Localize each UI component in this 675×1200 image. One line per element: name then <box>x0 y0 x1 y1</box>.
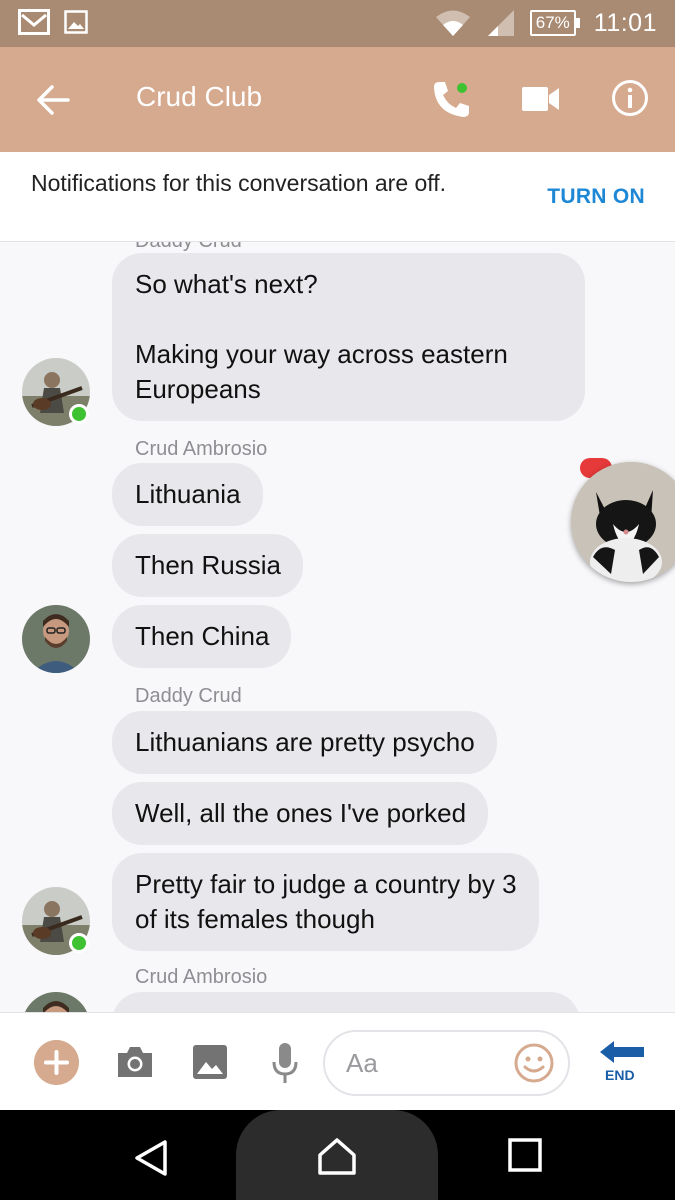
online-indicator <box>69 404 89 424</box>
microphone-icon[interactable] <box>270 1042 300 1084</box>
nav-home-icon[interactable] <box>316 1135 358 1177</box>
clock: 11:01 <box>593 8 657 37</box>
info-icon[interactable] <box>611 79 649 117</box>
app-bar: Crud Club <box>0 47 675 152</box>
conversation-title[interactable]: Crud Club <box>136 81 262 113</box>
status-bar: 67% 11:01 <box>0 0 675 47</box>
battery-nub <box>575 18 580 28</box>
notification-banner: Notifications for this conversation are … <box>0 152 675 242</box>
image-icon[interactable] <box>192 1044 228 1080</box>
navigation-bar <box>0 1110 675 1200</box>
smiley-icon[interactable] <box>514 1043 554 1083</box>
bearded-man-avatar-image <box>22 605 90 673</box>
bearded-man-avatar-image <box>22 992 90 1012</box>
end-arrow-icon <box>600 1041 644 1063</box>
status-notifications <box>18 9 88 35</box>
message-bubble[interactable]: Well, all the ones I've porked <box>112 782 489 845</box>
message-bubble[interactable]: Lithuanians are pretty psycho <box>112 711 497 774</box>
avatar[interactable] <box>22 992 90 1012</box>
nav-recents-icon[interactable] <box>508 1138 542 1172</box>
message-bubble[interactable]: Then Russia <box>112 534 303 597</box>
end-button[interactable]: END <box>598 1039 648 1087</box>
online-indicator <box>69 933 89 953</box>
plus-icon[interactable] <box>34 1040 79 1085</box>
message-input[interactable]: Aa <box>323 1030 570 1096</box>
message-bubble-cutoff[interactable] <box>112 992 580 1012</box>
message-list[interactable]: Daddy Crud So what's next? Making your w… <box>0 242 675 1012</box>
camera-icon[interactable] <box>116 1045 154 1079</box>
video-camera-icon[interactable] <box>521 84 561 114</box>
message-bubble[interactable]: Pretty fair to judge a country by 3 of i… <box>112 853 539 951</box>
back-arrow-icon[interactable] <box>36 83 70 117</box>
message-bubble[interactable]: So what's next? Making your way across e… <box>112 253 585 421</box>
sender-name-cutoff: Daddy Crud <box>135 242 242 253</box>
messenger-screen: 67% 11:01 Crud Club Notifications for th… <box>0 0 675 1200</box>
gmail-icon <box>18 9 50 35</box>
battery-level: 67% <box>529 10 576 36</box>
message-bubble[interactable]: Lithuania <box>112 463 263 526</box>
message-bubble[interactable]: Then China <box>112 605 292 668</box>
wifi-icon <box>435 10 470 36</box>
sender-name: Daddy Crud <box>135 685 242 707</box>
composer-bar: Aa END <box>0 1012 675 1110</box>
turn-on-button[interactable]: TURN ON <box>547 185 645 209</box>
phone-icon[interactable] <box>430 79 472 121</box>
sender-name: Crud Ambrosio <box>135 438 268 460</box>
battery-indicator: 67% <box>529 10 580 36</box>
status-system: 67% 11:01 <box>434 8 657 38</box>
cell-signal-icon <box>487 10 514 36</box>
end-label: END <box>605 1067 635 1083</box>
sender-name: Crud Ambrosio <box>135 966 268 988</box>
avatar[interactable] <box>22 605 90 673</box>
nav-back-icon[interactable] <box>131 1138 171 1178</box>
picture-notification-icon <box>64 10 88 34</box>
message-input-placeholder: Aa <box>346 1048 378 1078</box>
notification-text: Notifications for this conversation are … <box>31 170 447 196</box>
